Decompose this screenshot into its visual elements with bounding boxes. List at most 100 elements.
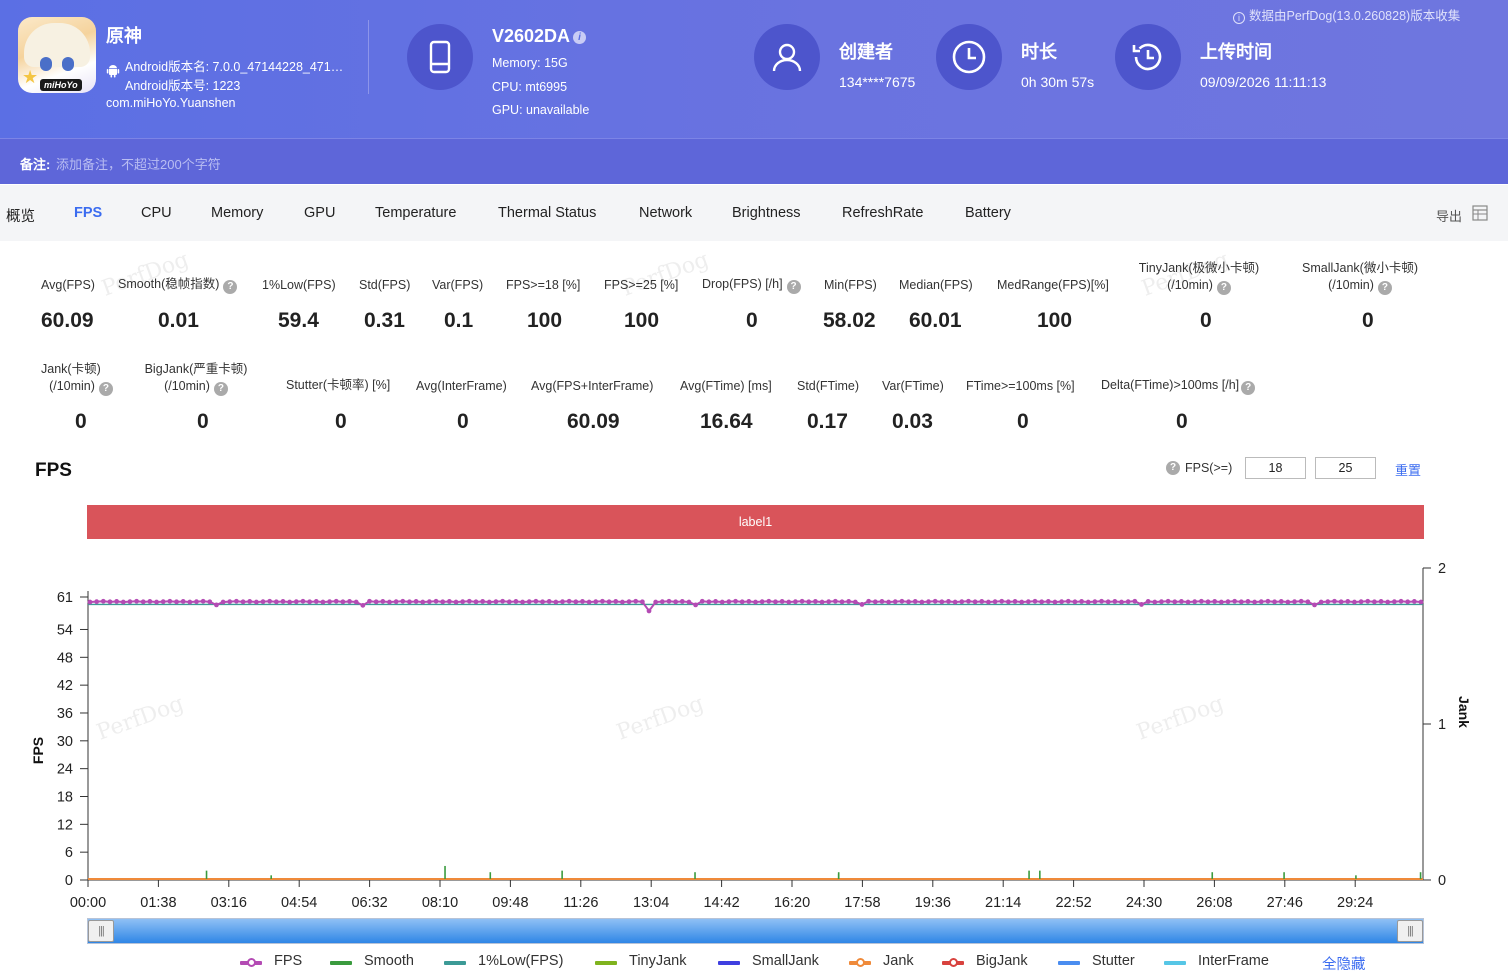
info-icon[interactable]: i — [573, 31, 587, 44]
series-fps-point — [387, 599, 392, 605]
legend-label: InterFrame — [1198, 953, 1269, 969]
slider-range[interactable] — [88, 919, 1423, 943]
tab-memory[interactable]: Memory — [211, 205, 263, 221]
metric-label-delta-ftime: Delta(FTime)>100ms [/h]? — [1101, 377, 1256, 395]
legend-marker — [856, 958, 865, 967]
tab-refreshrate[interactable]: RefreshRate — [842, 205, 923, 221]
help-icon[interactable]: ? — [223, 280, 238, 294]
series-fps-point — [473, 599, 479, 605]
threshold-input-1[interactable] — [1245, 457, 1306, 479]
series-fps-point — [1032, 598, 1038, 604]
series-fps-point — [333, 598, 339, 604]
series-fps-point — [480, 599, 486, 604]
help-icon[interactable]: ? — [213, 382, 228, 396]
export-button[interactable]: 导出 — [1436, 206, 1462, 225]
duration-label: 时长 — [1021, 42, 1057, 62]
series-fps-point — [593, 599, 599, 605]
series-fps-point — [1378, 599, 1384, 604]
series-fps-point — [626, 599, 632, 605]
note-input[interactable]: 添加备注，不超过200个字符 — [56, 154, 221, 173]
series-fps-point — [533, 598, 539, 604]
series-fps-point — [1325, 599, 1331, 605]
series-fps-point — [912, 599, 918, 604]
series-fps-point — [1012, 599, 1018, 604]
collect-note: i 数据由PerfDog(13.0.260828)版本收集 — [1233, 5, 1460, 24]
tab-temperature[interactable]: Temperature — [375, 205, 456, 221]
note-bar[interactable]: 备注: 添加备注，不超过200个字符 — [0, 138, 1508, 184]
header-divider — [368, 20, 369, 94]
metric-label-avg-interframe: Avg(InterFrame) — [416, 379, 507, 393]
y2-axis-title: Jank — [1456, 696, 1472, 728]
series-fps-point — [1105, 599, 1111, 605]
series-fps-point — [1119, 599, 1124, 605]
series-fps-point — [200, 598, 206, 604]
series-fps-point — [154, 599, 159, 605]
series-fps-point — [280, 599, 286, 604]
series-fps-point — [613, 599, 619, 604]
series-fps-point — [1345, 599, 1351, 604]
series-fps-point — [719, 599, 725, 605]
tab-cpu[interactable]: CPU — [141, 205, 172, 221]
legend-swatch — [444, 961, 466, 965]
x-tick-label: 24:30 — [1126, 895, 1162, 911]
metric-label-std-fps: Std(FPS) — [359, 278, 411, 292]
tab-bar: 概览 FPS CPU Memory GPU Temperature Therma… — [0, 185, 1508, 241]
series-fps-point — [187, 599, 193, 605]
help-icon[interactable]: ? — [1241, 381, 1256, 395]
help-icon[interactable]: ? — [1216, 281, 1231, 295]
series-fps-point — [899, 598, 905, 604]
series-fps-point — [966, 598, 971, 604]
series-fps-point — [639, 599, 645, 605]
fps-chart[interactable]: 0612182430364248546101200:00 01:38 03:16 04… — [0, 545, 1508, 917]
tab-network[interactable]: Network — [639, 205, 692, 221]
help-icon[interactable]: ? — [1166, 461, 1180, 475]
series-fps-point — [666, 598, 672, 604]
series-fps-point — [313, 599, 319, 604]
series-fps-point — [400, 598, 406, 604]
android-icon — [106, 65, 120, 78]
tab-brightness[interactable]: Brightness — [732, 205, 801, 221]
metric-value-bigjank: 0 — [197, 410, 209, 433]
series-fps-point — [1198, 598, 1204, 604]
series-fps-point — [633, 598, 639, 604]
help-icon[interactable]: ? — [786, 280, 801, 294]
hide-all-button[interactable]: 全隐藏 — [1322, 953, 1366, 974]
series-fps-point — [733, 598, 738, 604]
upload-value: 09/09/2026 11:11:13 — [1200, 74, 1327, 90]
clock-icon — [936, 24, 1002, 90]
device-cpu: CPU: mt6995 — [492, 80, 568, 94]
series-fps-point — [546, 599, 552, 604]
series-fps-point — [493, 599, 499, 605]
series-fps-point — [147, 599, 153, 604]
x-tick-label: 09:48 — [492, 895, 528, 911]
time-range-slider[interactable]: ||| ||| — [87, 918, 1424, 944]
series-fps-point — [100, 598, 106, 604]
tab-fps[interactable]: FPS — [74, 205, 102, 221]
slider-left-handle[interactable]: ||| — [88, 920, 114, 942]
tab-gpu[interactable]: GPU — [304, 205, 335, 221]
series-fps-point — [1365, 598, 1371, 604]
label-band[interactable]: label1 — [87, 505, 1424, 539]
help-icon[interactable]: ? — [1377, 281, 1392, 295]
tab-overview[interactable]: 概览 — [6, 205, 35, 226]
slider-right-handle[interactable]: ||| — [1397, 920, 1423, 942]
series-fps-point — [327, 599, 332, 605]
series-fps-point — [832, 598, 838, 604]
metric-value-median-fps: 60.01 — [909, 309, 962, 332]
table-export-icon[interactable] — [1472, 205, 1488, 221]
series-fps-point — [906, 599, 911, 605]
tab-battery[interactable]: Battery — [965, 205, 1011, 221]
series-fps-point — [460, 599, 466, 605]
threshold-label: FPS(>=) — [1185, 461, 1233, 475]
series-fps-point — [413, 599, 419, 604]
tab-thermal-status[interactable]: Thermal Status — [498, 205, 596, 221]
reset-button[interactable]: 重置 — [1395, 460, 1421, 479]
threshold-input-2[interactable] — [1315, 457, 1376, 479]
help-icon[interactable]: ? — [98, 382, 113, 396]
legend-label: FPS — [274, 953, 303, 969]
metric-label-tinyjank: TinyJank(极微小卡顿) (/10min)? — [1138, 261, 1260, 295]
metric-label-min-fps: Min(FPS) — [824, 278, 877, 292]
series-fps-point — [1265, 598, 1271, 604]
series-fps-point — [926, 599, 931, 605]
series-fps-point — [160, 599, 166, 605]
